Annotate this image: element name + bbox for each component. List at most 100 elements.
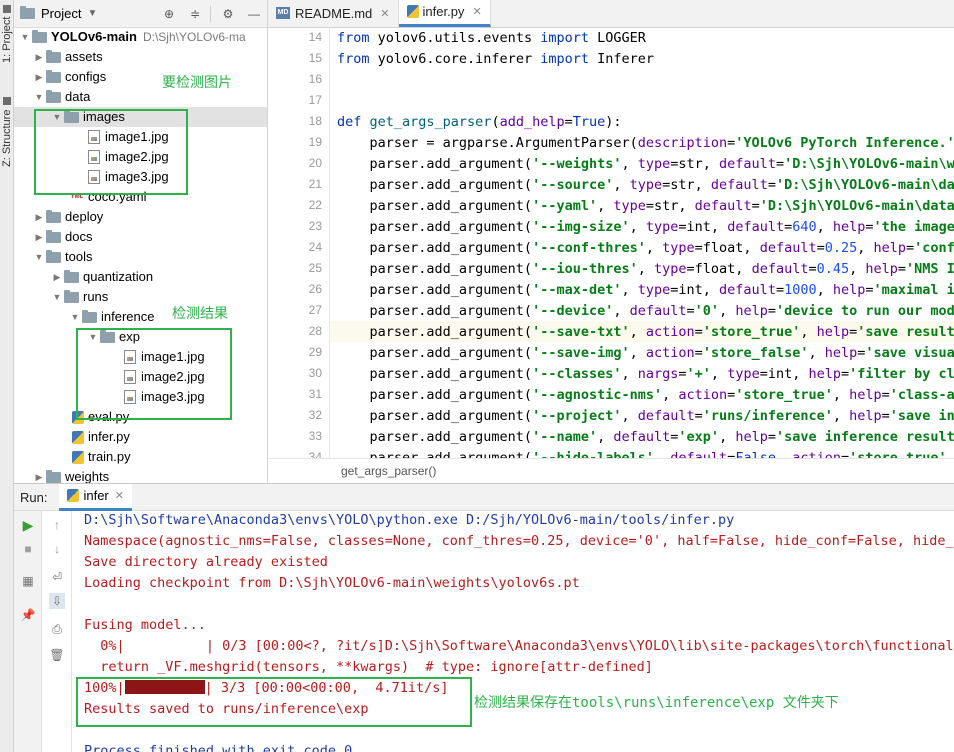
chevron-down-icon[interactable]: ▼ [86, 327, 100, 347]
console-line: Results saved to runs/inference\exp [84, 701, 369, 717]
tree-item-image2[interactable]: image2.jpg [14, 147, 267, 167]
code-line: parser.add_argument('--yaml', type=str, … [337, 198, 954, 214]
pin-icon[interactable]: 📌 [20, 607, 36, 623]
tree-item-label: quantization [83, 269, 154, 284]
project-tool-tab[interactable]: 1: Project [0, 4, 14, 64]
chevron-down-icon[interactable]: ▼ [32, 247, 46, 267]
close-icon[interactable]: ✕ [472, 5, 481, 18]
tree-item-exp-image3[interactable]: image3.jpg [14, 387, 267, 407]
tab-infer-py[interactable]: infer.py ✕ [398, 0, 491, 27]
minimize-panel-icon[interactable]: — [247, 7, 261, 21]
output-annotation-label: 检测结果保存在tools\runs\inference\exp 文件夹下 [474, 695, 839, 711]
left-tool-strip: 1: Project Z: Structure [0, 0, 14, 752]
structure-tool-tab[interactable]: Z: Structure [0, 92, 14, 172]
chevron-right-icon[interactable]: ▶ [50, 267, 64, 287]
run-tab-label: infer [83, 488, 109, 503]
project-tool-icon [3, 4, 11, 13]
tree-item-label: image3.jpg [105, 169, 169, 184]
chevron-right-icon[interactable]: ▶ [32, 227, 46, 247]
run-console[interactable]: D:\Sjh\Software\Anaconda3\envs\YOLO\pyth… [72, 511, 954, 752]
tree-item-train-py[interactable]: train.py [14, 447, 267, 467]
close-icon[interactable]: ✕ [115, 489, 124, 502]
tree-item-exp[interactable]: ▼ exp [14, 327, 267, 347]
tree-item-label: image1.jpg [105, 129, 169, 144]
root-folder-path: D:\Sjh\YOLOv6-ma [142, 30, 246, 44]
chevron-down-icon[interactable]: ▼ [50, 287, 64, 307]
chevron-down-icon[interactable]: ▼ [87, 8, 97, 19]
tree-item-exp-image1[interactable]: image1.jpg [14, 347, 267, 367]
tab-readme[interactable]: MD README.md ✕ [268, 0, 399, 27]
tree-root[interactable]: ▼ YOLOv6-main D:\Sjh\YOLOv6-ma [14, 27, 267, 47]
run-tab-infer[interactable]: infer ✕ [59, 483, 132, 511]
tree-item-image3[interactable]: image3.jpg [14, 167, 267, 187]
tree-item-deploy[interactable]: ▶ deploy [14, 207, 267, 227]
breadcrumb-function[interactable]: get_args_parser() [341, 464, 436, 478]
tree-item-coco-yaml[interactable]: YML coco.yaml [14, 187, 267, 207]
line-number: 19 [308, 135, 322, 149]
tab-label: infer.py [422, 4, 465, 19]
code-line: def get_args_parser(add_help=True): [337, 114, 622, 130]
close-icon[interactable]: ✕ [380, 7, 389, 20]
stop-icon[interactable]: ■ [20, 541, 36, 557]
chevron-down-icon[interactable]: ▼ [50, 107, 64, 127]
chevron-down-icon[interactable]: ▼ [18, 27, 32, 47]
python-file-icon [67, 489, 80, 502]
chevron-down-icon[interactable]: ▼ [32, 87, 46, 107]
tree-item-tools[interactable]: ▼ tools [14, 247, 267, 267]
line-number: 28 [308, 324, 322, 338]
markdown-file-icon: MD [276, 7, 290, 19]
chevron-right-icon[interactable]: ▶ [32, 207, 46, 227]
tree-item-label: configs [65, 69, 107, 84]
run-icon[interactable]: ▶ [20, 517, 36, 533]
code-line: parser = argparse.ArgumentParser(descrip… [337, 135, 954, 151]
run-tool-bar: Run: infer ✕ [14, 483, 954, 511]
folder-icon [64, 109, 79, 123]
tree-item-label: deploy [65, 209, 104, 224]
tree-item-weights[interactable]: ▶ weights [14, 467, 267, 483]
code-line: parser.add_argument('--device', default=… [337, 303, 954, 319]
tree-item-image1[interactable]: image1.jpg [14, 127, 267, 147]
progress-bar [124, 680, 205, 694]
layout-icon[interactable]: ▦ [20, 573, 36, 589]
header-divider [210, 6, 211, 22]
project-panel-header: Project ▼ ⊕ ≑ ⚙ — [14, 0, 267, 28]
tree-item-quantization[interactable]: ▶ quantization [14, 267, 267, 287]
result-annotation-label: 检测结果 [172, 305, 228, 321]
code-line: parser.add_argument('--img-size', type=i… [337, 219, 954, 235]
tree-item-runs[interactable]: ▼ runs [14, 287, 267, 307]
image-file-icon [88, 170, 100, 184]
tree-item-eval-py[interactable]: eval.py [14, 407, 267, 427]
soft-wrap-icon[interactable]: ⏎ [49, 569, 65, 585]
tree-item-exp-image2[interactable]: image2.jpg [14, 367, 267, 387]
chevron-right-icon[interactable]: ▶ [32, 47, 46, 67]
editor-tabs: MD README.md ✕ infer.py ✕ [268, 0, 954, 28]
locate-target-icon[interactable]: ⊕ [162, 7, 176, 21]
gear-icon[interactable]: ⚙ [221, 7, 235, 21]
chevron-right-icon[interactable]: ▶ [32, 467, 46, 483]
arrow-down-icon[interactable]: ↓ [49, 541, 65, 557]
tree-item-inference[interactable]: ▼ inference [14, 307, 267, 327]
breadcrumb[interactable]: get_args_parser() [268, 458, 954, 483]
chevron-down-icon[interactable]: ▼ [68, 307, 82, 327]
tree-item-images[interactable]: ▼ images [14, 107, 267, 127]
chevron-right-icon[interactable]: ▶ [32, 67, 46, 87]
tree-item-infer-py[interactable]: infer.py [14, 427, 267, 447]
trash-icon[interactable]: 🗑 [49, 647, 65, 663]
tree-item-label: docs [65, 229, 93, 244]
collapse-all-icon[interactable]: ≑ [188, 7, 202, 21]
scroll-to-end-icon[interactable]: ⇩ [49, 593, 65, 609]
line-number: 16 [308, 72, 322, 86]
tree-item-docs[interactable]: ▶ docs [14, 227, 267, 247]
console-line: D:\Sjh\Software\Anaconda3\envs\YOLO\pyth… [84, 512, 735, 528]
code-line: parser.add_argument('--weights', type=st… [337, 156, 954, 172]
line-number: 25 [308, 261, 322, 275]
folder-icon [64, 289, 79, 303]
console-line: Namespace(agnostic_nms=False, classes=No… [84, 533, 954, 549]
project-view-selector[interactable]: Project [41, 6, 81, 21]
print-icon[interactable]: ⎙ [49, 621, 65, 637]
arrow-up-icon[interactable]: ↑ [49, 517, 65, 533]
code-line: parser.add_argument('--name', default='e… [337, 429, 954, 445]
line-number: 14 [308, 30, 322, 44]
ide-window: 1: Project Z: Structure Project ▼ ⊕ ≑ ⚙ … [0, 0, 954, 752]
tree-item-assets[interactable]: ▶ assets [14, 47, 267, 67]
